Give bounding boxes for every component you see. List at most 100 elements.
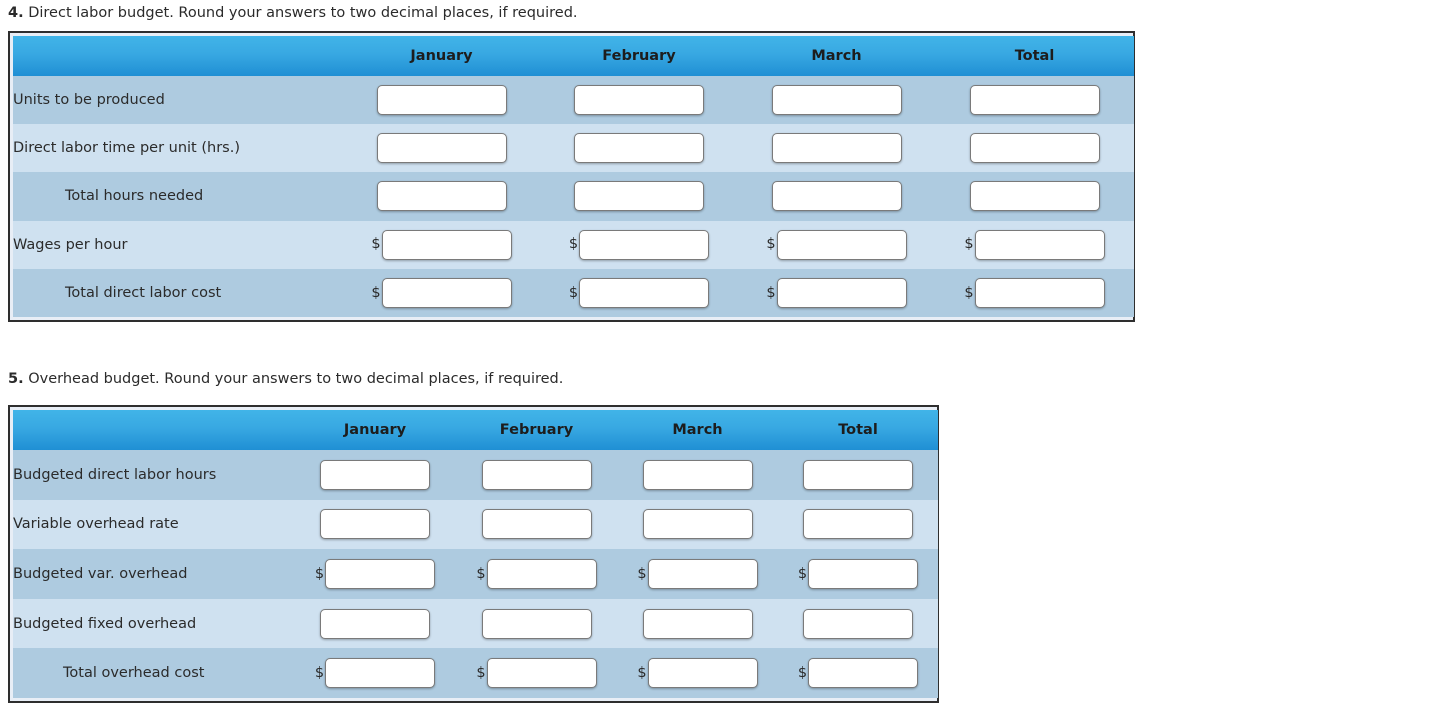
input-budgeted-var-overhead-january[interactable] xyxy=(325,558,436,589)
row-label-total-hours-needed: Total hours needed xyxy=(13,172,343,221)
question-4-number: 4. xyxy=(8,5,24,21)
input-total-hours-needed-january[interactable] xyxy=(376,181,507,212)
table-row: Wages per hour $ $ $ $ xyxy=(13,220,1134,269)
input-wages-per-hour-march[interactable] xyxy=(776,229,907,260)
cell-total-hours-needed-march xyxy=(738,172,935,221)
cell-budgeted-direct-labor-hours-january xyxy=(294,450,456,500)
dollar-sign-icon: $ xyxy=(964,236,974,253)
cell-total-hours-needed-january xyxy=(343,172,540,221)
input-direct-labor-time-per-unit-march[interactable] xyxy=(771,133,902,164)
direct-labor-header-row: January February March Total xyxy=(13,36,1134,76)
input-total-overhead-cost-march[interactable] xyxy=(647,658,758,689)
dollar-sign-icon: $ xyxy=(568,284,579,301)
input-budgeted-fixed-overhead-february[interactable] xyxy=(481,608,592,639)
input-budgeted-fixed-overhead-march[interactable] xyxy=(642,608,753,639)
cell-budgeted-fixed-overhead-february xyxy=(456,598,617,649)
input-budgeted-var-overhead-total[interactable] xyxy=(808,558,919,589)
cell-budgeted-fixed-overhead-total xyxy=(778,598,938,649)
input-direct-labor-time-per-unit-total[interactable] xyxy=(969,133,1100,164)
input-variable-overhead-rate-february[interactable] xyxy=(481,509,592,540)
dollar-sign-icon: $ xyxy=(797,664,808,681)
direct-labor-header-blank xyxy=(13,36,343,76)
overhead-header-row: January February March Total xyxy=(13,410,938,450)
cell-budgeted-var-overhead-total: $ xyxy=(778,549,938,599)
direct-labor-header-february: February xyxy=(540,36,738,76)
table-row: Variable overhead rate xyxy=(13,499,938,550)
input-total-direct-labor-cost-january[interactable] xyxy=(381,277,512,308)
cell-total-overhead-cost-january: $ xyxy=(294,648,456,698)
dollar-sign-icon: $ xyxy=(797,565,808,582)
overhead-header-blank xyxy=(13,410,294,450)
input-direct-labor-time-per-unit-january[interactable] xyxy=(376,133,507,164)
table-row: Total hours needed xyxy=(13,172,1134,221)
cell-budgeted-fixed-overhead-march xyxy=(617,598,778,649)
direct-labor-header-january: January xyxy=(343,36,540,76)
cell-variable-overhead-rate-total xyxy=(778,499,938,550)
cell-direct-labor-time-per-unit-march xyxy=(738,124,935,173)
input-total-overhead-cost-january[interactable] xyxy=(325,658,436,689)
cell-units-to-be-produced-february xyxy=(540,76,738,125)
cell-direct-labor-time-per-unit-february xyxy=(540,124,738,173)
table-row: Total overhead cost $ $ $ $ xyxy=(13,648,938,698)
input-budgeted-fixed-overhead-january[interactable] xyxy=(320,608,430,639)
cell-total-hours-needed-total xyxy=(935,172,1134,221)
input-budgeted-direct-labor-hours-february[interactable] xyxy=(481,459,592,490)
dollar-sign-icon: $ xyxy=(766,236,776,253)
row-label-direct-labor-time-per-unit: Direct labor time per unit (hrs.) xyxy=(13,124,343,173)
cell-total-overhead-cost-march: $ xyxy=(617,648,778,698)
cell-variable-overhead-rate-january xyxy=(294,499,456,550)
table-row: Direct labor time per unit (hrs.) xyxy=(13,124,1134,173)
table-row: Total direct labor cost $ $ $ $ xyxy=(13,268,1134,317)
overhead-header-january: January xyxy=(294,410,456,450)
cell-total-direct-labor-cost-february: $ xyxy=(540,268,738,317)
input-budgeted-var-overhead-march[interactable] xyxy=(647,558,758,589)
input-total-direct-labor-cost-march[interactable] xyxy=(776,277,907,308)
overhead-header-march: March xyxy=(617,410,778,450)
input-wages-per-hour-february[interactable] xyxy=(579,229,710,260)
cell-total-direct-labor-cost-total: $ xyxy=(935,268,1134,317)
input-units-to-be-produced-march[interactable] xyxy=(771,85,902,116)
input-direct-labor-time-per-unit-february[interactable] xyxy=(574,133,704,164)
question-4-prompt: 4. Direct labor budget. Round your answe… xyxy=(8,5,578,22)
cell-units-to-be-produced-january xyxy=(343,76,540,125)
dollar-sign-icon: $ xyxy=(637,565,647,582)
input-total-hours-needed-march[interactable] xyxy=(771,181,902,212)
dollar-sign-icon: $ xyxy=(637,664,647,681)
input-total-hours-needed-total[interactable] xyxy=(969,181,1100,212)
cell-total-direct-labor-cost-january: $ xyxy=(343,268,540,317)
input-budgeted-var-overhead-february[interactable] xyxy=(486,558,597,589)
input-budgeted-direct-labor-hours-january[interactable] xyxy=(320,459,430,490)
input-total-overhead-cost-total[interactable] xyxy=(808,658,919,689)
input-units-to-be-produced-total[interactable] xyxy=(969,85,1100,116)
cell-budgeted-var-overhead-march: $ xyxy=(617,549,778,599)
dollar-sign-icon: $ xyxy=(476,565,486,582)
input-units-to-be-produced-january[interactable] xyxy=(376,85,507,116)
input-variable-overhead-rate-total[interactable] xyxy=(803,509,913,540)
input-variable-overhead-rate-january[interactable] xyxy=(320,509,430,540)
input-total-direct-labor-cost-total[interactable] xyxy=(974,277,1105,308)
input-wages-per-hour-january[interactable] xyxy=(381,229,512,260)
dollar-sign-icon: $ xyxy=(314,664,325,681)
input-budgeted-direct-labor-hours-total[interactable] xyxy=(803,459,913,490)
input-units-to-be-produced-february[interactable] xyxy=(574,85,704,116)
cell-wages-per-hour-total: $ xyxy=(935,220,1134,269)
row-label-total-direct-labor-cost: Total direct labor cost xyxy=(13,268,343,317)
row-label-wages-per-hour: Wages per hour xyxy=(13,220,343,269)
dollar-sign-icon: $ xyxy=(476,664,486,681)
cell-total-direct-labor-cost-march: $ xyxy=(738,268,935,317)
dollar-sign-icon: $ xyxy=(568,236,579,253)
input-budgeted-direct-labor-hours-march[interactable] xyxy=(642,459,753,490)
table-row: Budgeted var. overhead $ $ $ $ xyxy=(13,549,938,599)
row-label-variable-overhead-rate: Variable overhead rate xyxy=(13,499,294,550)
cell-total-hours-needed-february xyxy=(540,172,738,221)
input-variable-overhead-rate-march[interactable] xyxy=(642,509,753,540)
dollar-sign-icon: $ xyxy=(371,236,381,253)
cell-variable-overhead-rate-february xyxy=(456,499,617,550)
input-total-direct-labor-cost-february[interactable] xyxy=(579,277,710,308)
input-total-overhead-cost-february[interactable] xyxy=(486,658,597,689)
input-total-hours-needed-february[interactable] xyxy=(574,181,704,212)
input-wages-per-hour-total[interactable] xyxy=(974,229,1105,260)
cell-budgeted-fixed-overhead-january xyxy=(294,598,456,649)
overhead-budget-table: January February March Total Budgeted di… xyxy=(8,405,939,703)
input-budgeted-fixed-overhead-total[interactable] xyxy=(803,608,913,639)
